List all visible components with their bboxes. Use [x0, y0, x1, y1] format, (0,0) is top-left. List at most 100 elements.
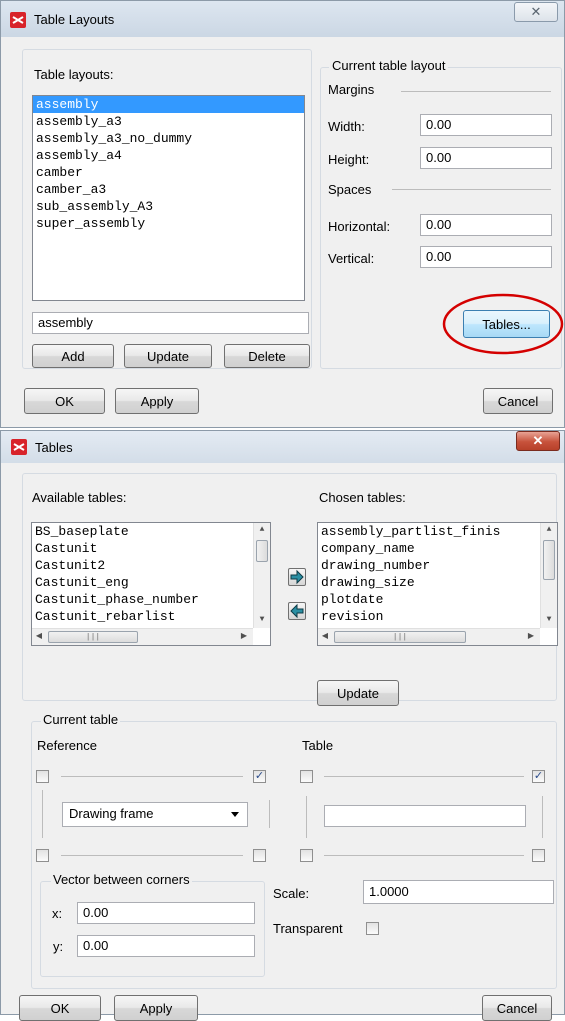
update-button[interactable]: Update	[124, 344, 212, 368]
reference-frame-value: Drawing frame	[69, 806, 154, 821]
scroll-up-icon[interactable]: ▲	[254, 523, 270, 537]
layout-list-item[interactable]: camber	[33, 164, 304, 181]
available-tables-label: Available tables:	[32, 490, 127, 505]
add-button[interactable]: Add	[32, 344, 114, 368]
table-layouts-list[interactable]: assembly assembly_a3 assembly_a3_no_dummy a…	[32, 95, 305, 301]
reference-top-right-checkbox[interactable]: ✓	[253, 770, 266, 783]
table-name-field[interactable]	[324, 805, 526, 827]
layout-name-input[interactable]: assembly	[32, 312, 309, 334]
scroll-up-icon[interactable]: ▲	[541, 523, 557, 537]
cancel-button[interactable]: Cancel	[483, 388, 553, 414]
scroll-down-icon[interactable]: ▼	[541, 613, 557, 627]
scroll-right-icon[interactable]: ▶	[237, 630, 251, 644]
chosen-table-list-item[interactable]: revision	[318, 608, 557, 625]
vector-title: Vector between corners	[51, 872, 192, 887]
reference-label: Reference	[37, 738, 97, 753]
available-table-list-item[interactable]: Castunit_phase_number	[32, 591, 270, 608]
table-bottom-right-checkbox[interactable]	[532, 849, 545, 862]
tables-window-title: Tables	[35, 440, 73, 455]
scroll-thumb[interactable]: |||	[334, 631, 466, 643]
chosen-vertical-scrollbar[interactable]: ▲ ▼	[540, 523, 557, 628]
horizontal-label: Horizontal:	[328, 219, 391, 234]
delete-button[interactable]: Delete	[224, 344, 310, 368]
layout-list-item[interactable]: assembly_a3_no_dummy	[33, 130, 304, 147]
tables-cancel-button[interactable]: Cancel	[482, 995, 552, 1021]
layout-list-item[interactable]: camber_a3	[33, 181, 304, 198]
table-label: Table	[302, 738, 334, 753]
table-top-line	[324, 776, 524, 777]
x-label: x:	[52, 906, 63, 921]
height-field[interactable]: 0.00	[420, 147, 552, 169]
available-table-list-item[interactable]: Castunit_rebarlist	[32, 608, 270, 625]
table-top-right-checkbox[interactable]: ✓	[532, 770, 545, 783]
window-title: Table Layouts	[34, 12, 115, 27]
scroll-thumb[interactable]: |||	[48, 631, 138, 643]
table-top-left-checkbox[interactable]	[300, 770, 313, 783]
reference-bottom-left-checkbox[interactable]	[36, 849, 49, 862]
reference-top-line	[61, 776, 243, 777]
move-right-button[interactable]	[288, 568, 306, 586]
chosen-table-list-item[interactable]: assembly_partlist_finis	[318, 523, 557, 540]
highlight-ellipse	[442, 293, 564, 355]
width-field[interactable]: 0.00	[420, 114, 552, 136]
y-field[interactable]: 0.00	[77, 935, 255, 957]
close-icon: ✕	[530, 4, 542, 19]
tekla-app-icon	[11, 439, 27, 455]
available-table-list-item[interactable]: Castunit_eng	[32, 574, 270, 591]
chosen-table-list-item[interactable]: company_name	[318, 540, 557, 557]
table-layouts-label: Table layouts:	[34, 67, 114, 82]
horizontal-field[interactable]: 0.00	[420, 214, 552, 236]
apply-button[interactable]: Apply	[115, 388, 199, 414]
reference-right-line	[269, 800, 270, 828]
scroll-down-icon[interactable]: ▼	[254, 613, 270, 627]
available-table-list-item[interactable]: Castunit2	[32, 557, 270, 574]
tables-dialog: Tables ✕ Available tables: BS_baseplate C…	[0, 430, 565, 1021]
spaces-label: Spaces	[328, 182, 372, 197]
table-right-line	[542, 796, 543, 838]
chosen-update-button[interactable]: Update	[317, 680, 399, 706]
arrow-right-icon	[290, 569, 304, 585]
layout-list-item[interactable]: super_assembly	[33, 215, 304, 232]
close-button[interactable]: ✕	[514, 2, 558, 22]
scale-field[interactable]: 1.0000	[363, 880, 554, 904]
x-field[interactable]: 0.00	[77, 902, 255, 924]
scroll-thumb[interactable]	[543, 540, 555, 580]
height-label: Height:	[328, 152, 370, 167]
layout-list-item[interactable]: sub_assembly_A3	[33, 198, 304, 215]
arrow-left-icon	[290, 603, 304, 619]
move-left-button[interactable]	[288, 602, 306, 620]
highlight-ellipse-stroke	[442, 293, 564, 355]
chosen-table-list-item[interactable]: drawing_size	[318, 574, 557, 591]
layout-list-item[interactable]: assembly_a3	[33, 113, 304, 130]
reference-top-left-checkbox[interactable]	[36, 770, 49, 783]
available-table-list-item[interactable]: Castunit	[32, 540, 270, 557]
chevron-down-icon	[231, 812, 239, 817]
reference-left-line	[42, 790, 43, 838]
tables-apply-button[interactable]: Apply	[114, 995, 198, 1021]
tables-ok-button[interactable]: OK	[19, 995, 101, 1021]
transparent-checkbox[interactable]	[366, 922, 379, 935]
layout-list-item[interactable]: assembly_a4	[33, 147, 304, 164]
table-bottom-left-checkbox[interactable]	[300, 849, 313, 862]
scroll-left-icon[interactable]: ◀	[32, 630, 46, 644]
scroll-left-icon[interactable]: ◀	[318, 630, 332, 644]
spaces-separator	[392, 189, 551, 190]
chosen-table-list-item[interactable]: plotdate	[318, 591, 557, 608]
chosen-tables-list[interactable]: assembly_partlist_finis company_name drawi…	[317, 522, 558, 646]
reference-bottom-right-checkbox[interactable]	[253, 849, 266, 862]
vertical-field[interactable]: 0.00	[420, 246, 552, 268]
available-vertical-scrollbar[interactable]: ▲ ▼	[253, 523, 270, 628]
scroll-thumb[interactable]	[256, 540, 268, 562]
ok-button[interactable]: OK	[24, 388, 105, 414]
layout-list-item[interactable]: assembly	[33, 96, 304, 113]
available-horizontal-scrollbar[interactable]: ◀ ||| ▶	[32, 628, 253, 645]
margins-separator	[401, 91, 551, 92]
reference-frame-combo[interactable]: Drawing frame	[62, 802, 248, 827]
tables-close-button[interactable]: ✕	[516, 431, 560, 451]
scroll-right-icon[interactable]: ▶	[524, 630, 538, 644]
table-bottom-line	[324, 855, 524, 856]
chosen-horizontal-scrollbar[interactable]: ◀ ||| ▶	[318, 628, 540, 645]
chosen-table-list-item[interactable]: drawing_number	[318, 557, 557, 574]
available-table-list-item[interactable]: BS_baseplate	[32, 523, 270, 540]
available-tables-list[interactable]: BS_baseplate Castunit Castunit2 Castunit_en…	[31, 522, 271, 646]
